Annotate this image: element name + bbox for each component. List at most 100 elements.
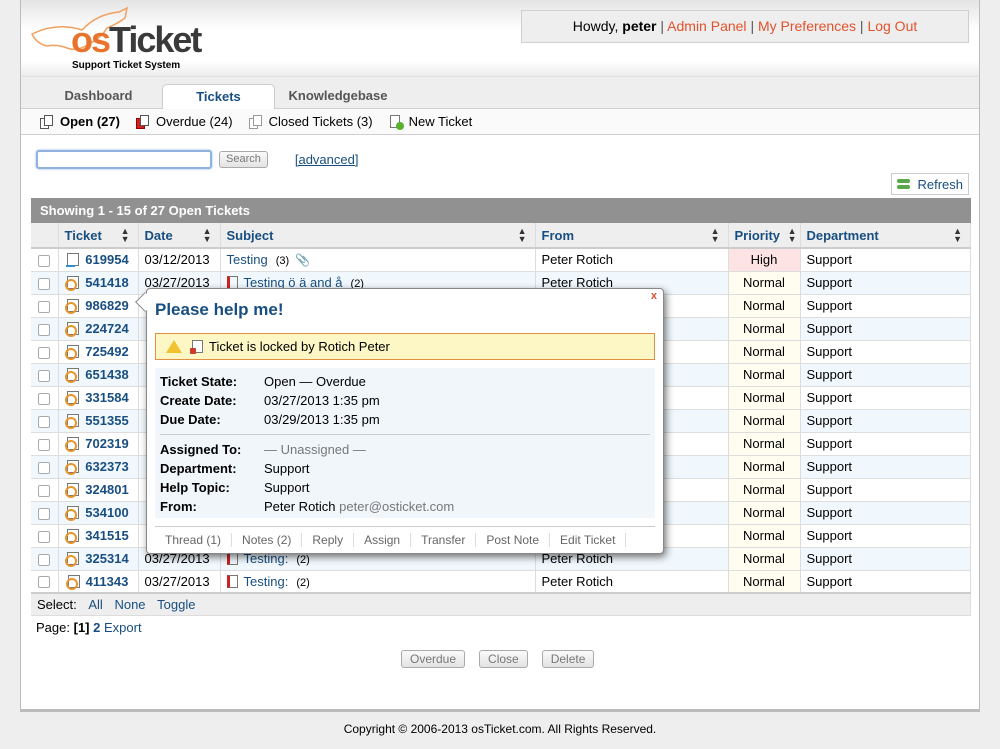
ticket-number-cell[interactable]: 551355	[58, 409, 139, 433]
main-nav: Dashboard Tickets Knowledgebase	[21, 76, 979, 109]
row-checkbox[interactable]	[38, 323, 51, 336]
ticket-number-cell[interactable]: 325314	[58, 547, 139, 571]
ticket-number-cell[interactable]: 651438	[58, 363, 139, 387]
ticket-subject-link[interactable]: Testing:	[244, 574, 289, 589]
row-checkbox[interactable]	[38, 530, 51, 543]
ticket-number-cell[interactable]: 619954	[58, 248, 139, 272]
ticket-department: Support	[800, 524, 971, 548]
ticket-priority: Normal	[728, 524, 801, 548]
ticket-number-cell[interactable]: 632373	[58, 455, 139, 479]
popup-tab-thread[interactable]: Thread (1)	[155, 533, 233, 547]
row-checkbox[interactable]	[38, 438, 51, 451]
logo[interactable]: osTicket Support Ticket System	[27, 4, 217, 72]
close-button[interactable]: Close	[479, 650, 528, 668]
subnav-overdue[interactable]: Overdue (24)	[135, 114, 233, 129]
overdue-tickets-icon	[135, 114, 150, 129]
column-header-date[interactable]: Date ▲ ▼	[138, 223, 221, 249]
search-input[interactable]	[36, 150, 212, 169]
ticket-number-cell[interactable]: 725492	[58, 340, 139, 364]
row-checkbox[interactable]	[38, 415, 51, 428]
refresh-button[interactable]: Refresh	[891, 173, 969, 195]
row-checkbox[interactable]	[38, 461, 51, 474]
row-checkbox-cell	[31, 524, 59, 548]
subnav-open[interactable]: Open (27)	[40, 114, 120, 129]
page-2-link[interactable]: 2	[93, 620, 100, 635]
ticket-number[interactable]: 324801	[85, 482, 128, 497]
tab-tickets[interactable]: Tickets	[162, 84, 275, 109]
row-checkbox[interactable]	[38, 392, 51, 405]
ticket-department: Support	[800, 363, 971, 387]
divider	[160, 434, 650, 435]
overdue-button[interactable]: Overdue	[401, 650, 466, 668]
select-none-link[interactable]: None	[114, 597, 145, 612]
ticket-number[interactable]: 411343	[86, 574, 129, 589]
row-checkbox[interactable]	[38, 369, 51, 382]
tab-dashboard[interactable]: Dashboard	[41, 84, 156, 109]
column-header-department[interactable]: Department ▲ ▼	[800, 223, 971, 249]
ticket-number[interactable]: 331584	[85, 390, 128, 405]
ticket-number-cell[interactable]: 341515	[58, 524, 139, 548]
table-row[interactable]: 411343 03/27/2013 Testing: (2) Peter Rotich N…	[31, 570, 971, 594]
ticket-number[interactable]: 325314	[85, 551, 128, 566]
ticket-number[interactable]: 341515	[85, 528, 128, 543]
ticket-department: Support	[800, 478, 971, 502]
row-checkbox-cell	[31, 547, 59, 571]
subnav-new-ticket[interactable]: New Ticket	[389, 114, 472, 130]
ticket-number[interactable]: 651438	[85, 367, 128, 382]
ticket-number[interactable]: 619954	[85, 252, 128, 267]
row-checkbox-cell	[31, 432, 59, 456]
row-checkbox[interactable]	[38, 576, 51, 589]
my-preferences-link[interactable]: My Preferences	[758, 18, 856, 34]
log-out-link[interactable]: Log Out	[867, 18, 917, 34]
row-checkbox[interactable]	[38, 553, 51, 566]
admin-panel-link[interactable]: Admin Panel	[667, 18, 746, 34]
popup-tab-transfer[interactable]: Transfer	[411, 533, 477, 547]
select-column-header	[31, 223, 59, 249]
ticket-number-cell[interactable]: 411343	[58, 570, 139, 594]
ticket-number-cell[interactable]: 986829	[58, 294, 139, 318]
ticket-number-cell[interactable]: 702319	[58, 432, 139, 456]
ticket-number-cell[interactable]: 324801	[58, 478, 139, 502]
delete-button[interactable]: Delete	[541, 650, 595, 668]
ticket-number[interactable]: 551355	[85, 413, 128, 428]
ticket-number[interactable]: 725492	[85, 344, 128, 359]
ticket-number-cell[interactable]: 541418	[58, 271, 139, 295]
select-toggle-link[interactable]: Toggle	[157, 597, 195, 612]
popup-close-button[interactable]: x	[651, 290, 657, 302]
ticket-number[interactable]: 224724	[85, 321, 128, 336]
row-checkbox[interactable]	[38, 484, 51, 497]
ticket-subject-link[interactable]: Testing	[227, 252, 268, 267]
popup-tab-notes[interactable]: Notes (2)	[232, 533, 303, 547]
row-checkbox-cell	[31, 294, 59, 318]
ticket-number[interactable]: 534100	[85, 505, 128, 520]
row-checkbox[interactable]	[38, 254, 51, 267]
subnav-closed[interactable]: Closed Tickets (3)	[248, 114, 373, 129]
advanced-search-link[interactable]: [advanced]	[295, 152, 359, 167]
row-checkbox[interactable]	[38, 346, 51, 359]
popup-tab-post-note[interactable]: Post Note	[476, 533, 551, 547]
ticket-number[interactable]: 541418	[85, 275, 128, 290]
ticket-number-cell[interactable]: 224724	[58, 317, 139, 341]
table-row[interactable]: 619954 03/12/2013 Testing (3) 📎 Peter Rotich H…	[31, 248, 971, 272]
ticket-number[interactable]: 632373	[85, 459, 128, 474]
popup-tab-assign[interactable]: Assign	[354, 533, 412, 547]
popup-tab-edit-ticket[interactable]: Edit Ticket	[550, 533, 627, 547]
row-checkbox-cell	[31, 570, 59, 594]
column-header-from[interactable]: From ▲ ▼	[535, 223, 729, 249]
tab-knowledgebase[interactable]: Knowledgebase	[283, 84, 393, 109]
column-header-ticket[interactable]: Ticket ▲ ▼	[58, 223, 139, 249]
ticket-number[interactable]: 702319	[85, 436, 128, 451]
search-button[interactable]: Search	[219, 151, 268, 168]
row-checkbox[interactable]	[38, 507, 51, 520]
ticket-number[interactable]: 986829	[85, 298, 128, 313]
column-header-priority[interactable]: Priority ▲ ▼	[728, 223, 801, 249]
popup-tab-reply[interactable]: Reply	[302, 533, 355, 547]
export-link[interactable]: Export	[104, 620, 142, 635]
email-source-icon	[65, 437, 80, 452]
column-header-subject[interactable]: Subject ▲ ▼	[220, 223, 536, 249]
ticket-number-cell[interactable]: 534100	[58, 501, 139, 525]
row-checkbox[interactable]	[38, 277, 51, 290]
row-checkbox[interactable]	[38, 300, 51, 313]
select-all-link[interactable]: All	[88, 597, 102, 612]
ticket-number-cell[interactable]: 331584	[58, 386, 139, 410]
